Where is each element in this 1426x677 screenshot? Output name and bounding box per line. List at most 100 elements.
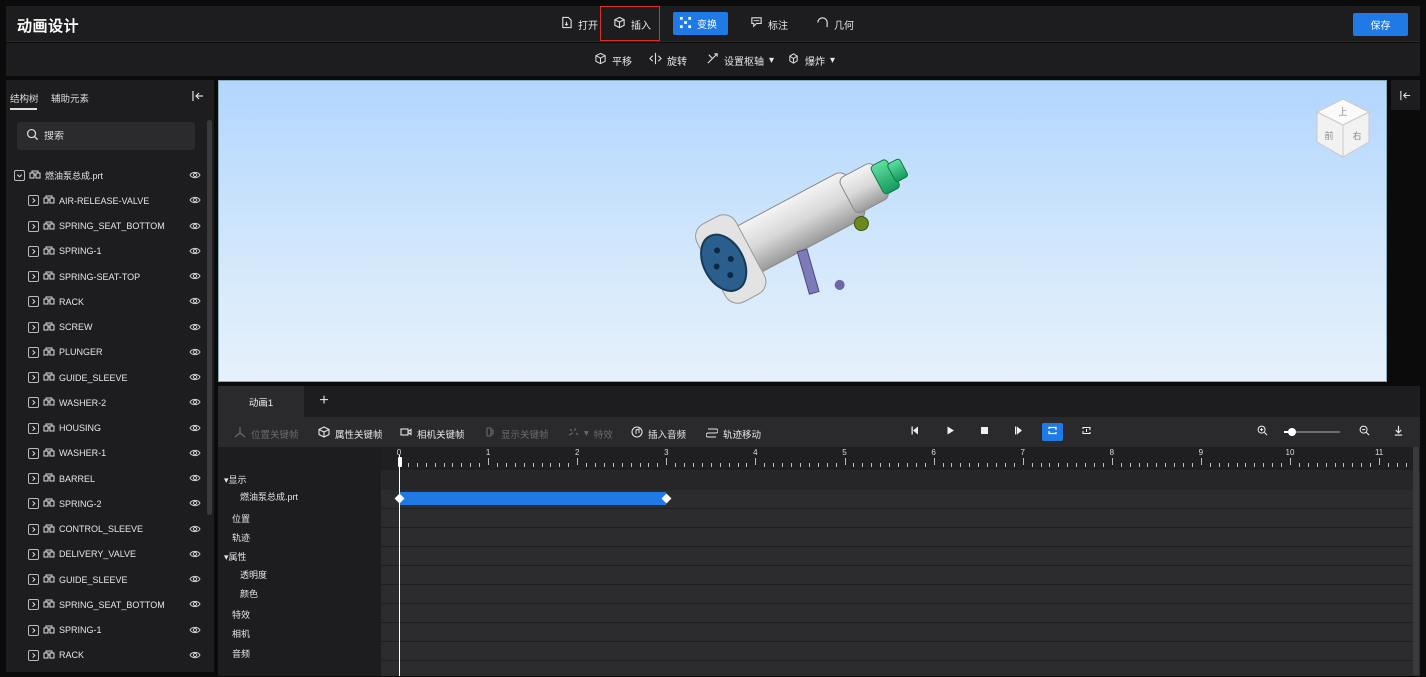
track-row[interactable]	[381, 623, 1420, 642]
visibility-eye-icon[interactable]	[189, 195, 201, 205]
tree-item[interactable]: WASHER-1	[6, 441, 206, 466]
transform-button[interactable]: 变换	[673, 12, 728, 35]
expand-toggle-icon[interactable]	[28, 599, 39, 611]
stop-button[interactable]	[976, 424, 992, 440]
property-keyframe-button[interactable]: 属性关键帧	[318, 426, 383, 441]
visibility-eye-icon[interactable]	[189, 271, 201, 281]
tree-item[interactable]: WASHER-2	[6, 390, 206, 415]
tree-item[interactable]: DELIVERY_VALVE	[6, 542, 206, 567]
search-box[interactable]	[17, 122, 195, 150]
tree-item[interactable]: PLUNGER	[6, 340, 206, 365]
pivot-dropdown[interactable]: 设置枢轴 ▾	[706, 52, 774, 68]
visibility-eye-icon[interactable]	[189, 347, 201, 357]
tree-item[interactable]: BARREL	[6, 466, 206, 491]
visibility-eye-icon[interactable]	[189, 498, 201, 508]
visibility-eye-icon[interactable]	[189, 574, 201, 584]
track-row[interactable]	[381, 604, 1420, 623]
zoom-slider[interactable]	[1284, 428, 1340, 436]
fuel-pump-model[interactable]	[219, 81, 1388, 383]
expand-toggle-icon[interactable]	[28, 245, 39, 257]
download-button[interactable]	[1390, 424, 1406, 440]
expand-toggle-icon[interactable]	[28, 498, 39, 510]
timeline-scrollbar[interactable]	[1413, 447, 1419, 675]
tree-item[interactable]: RACK	[6, 643, 206, 668]
playhead-handle[interactable]	[397, 457, 402, 467]
expand-toggle-icon[interactable]	[28, 523, 39, 535]
expand-toggle-icon[interactable]	[28, 649, 39, 661]
tree-item[interactable]: GUIDE_SLEEVE	[6, 567, 206, 592]
camera-keyframe-button[interactable]: 相机关键帧	[400, 426, 465, 441]
tree-item[interactable]: HOUSING	[6, 416, 206, 441]
tree-scrollbar[interactable]	[207, 120, 212, 515]
tree-item[interactable]: SPRING-1	[6, 239, 206, 264]
track-position[interactable]: 位置	[232, 512, 250, 525]
visibility-eye-icon[interactable]	[189, 296, 201, 306]
search-input[interactable]	[44, 130, 184, 142]
keyframe-bar[interactable]	[399, 492, 667, 505]
visibility-eye-icon[interactable]	[189, 221, 201, 231]
position-keyframe-button[interactable]: 位置关键帧	[234, 426, 299, 441]
expand-toggle-icon[interactable]	[28, 346, 39, 358]
track-color[interactable]: 颜色	[240, 587, 258, 600]
tree-item[interactable]: SPRING-1	[6, 618, 206, 643]
add-animation-button[interactable]: +	[316, 392, 332, 410]
tab-structure-tree[interactable]: 结构树	[10, 91, 39, 110]
track-group-property[interactable]: ▾属性	[224, 550, 247, 563]
collapse-toggle-icon[interactable]	[14, 170, 25, 181]
expand-toggle-icon[interactable]	[28, 548, 39, 560]
track-row[interactable]	[381, 661, 1420, 676]
track-group-display[interactable]: ▾显示	[224, 473, 247, 486]
visibility-eye-icon[interactable]	[189, 322, 201, 332]
rotate-button[interactable]: 旋转	[649, 52, 687, 68]
track-display-item[interactable]: 燃油泵总成.prt	[240, 490, 298, 503]
tree-item[interactable]: SPRING-2	[6, 491, 206, 516]
zoom-out-button[interactable]	[1356, 424, 1372, 440]
tree-item[interactable]: SPRING-SEAT-TOP	[6, 264, 206, 289]
track-camera[interactable]: 相机	[232, 627, 250, 640]
save-button[interactable]: 保存	[1353, 13, 1408, 36]
annotate-button[interactable]: 标注	[744, 13, 794, 35]
visibility-eye-icon[interactable]	[189, 372, 201, 382]
expand-toggle-icon[interactable]	[28, 473, 39, 484]
zoom-in-button[interactable]	[1254, 424, 1270, 440]
time-ruler[interactable]: 0 1 2 3 4 5 6 7 8 9 10 11	[381, 447, 1420, 470]
playhead-line[interactable]	[399, 455, 400, 676]
path-move-button[interactable]: 轨迹移动	[705, 426, 761, 441]
visibility-eye-icon[interactable]	[189, 625, 201, 635]
expand-toggle-icon[interactable]	[28, 220, 39, 232]
track-row[interactable]	[381, 642, 1420, 661]
visibility-eye-icon[interactable]	[189, 473, 201, 483]
expand-toggle-icon[interactable]	[28, 296, 39, 308]
expand-toggle-icon[interactable]	[28, 574, 39, 585]
track-opacity[interactable]: 透明度	[240, 568, 267, 581]
track-row[interactable]	[381, 547, 1420, 566]
expand-toggle-icon[interactable]	[28, 447, 39, 459]
tree-item[interactable]: AIR-RELEASE-VALVE	[6, 188, 206, 213]
visibility-eye-icon[interactable]	[189, 448, 201, 458]
cube-face-top[interactable]: 上	[1338, 107, 1347, 118]
cube-face-front[interactable]: 前	[1324, 130, 1333, 142]
explode-dropdown[interactable]: 爆炸 ▾	[787, 52, 835, 68]
visibility-eye-icon[interactable]	[189, 397, 201, 407]
track-row[interactable]	[381, 509, 1420, 528]
visibility-eye-icon[interactable]	[189, 549, 201, 559]
tab-animation-1[interactable]: 动画1	[218, 386, 304, 417]
tab-aux-elements[interactable]: 辅助元素	[51, 91, 89, 105]
track-row[interactable]	[381, 528, 1420, 547]
cube-face-right[interactable]: 右	[1352, 130, 1361, 142]
track-row[interactable]	[381, 566, 1420, 585]
step-forward-button[interactable]	[1010, 424, 1026, 440]
play-once-toggle[interactable]	[1078, 424, 1094, 440]
tree-root-item[interactable]: 燃油泵总成.prt	[6, 163, 206, 188]
collapse-right-panel-icon[interactable]	[1391, 80, 1420, 110]
display-keyframe-button[interactable]: 显示关键帧	[484, 426, 549, 441]
insert-button[interactable]: 插入	[607, 13, 657, 35]
step-back-button[interactable]	[907, 424, 923, 440]
tree-item[interactable]: SPRING_SEAT_BOTTOM	[6, 592, 206, 617]
expand-toggle-icon[interactable]	[28, 372, 39, 383]
track-row[interactable]	[381, 585, 1420, 604]
view-cube[interactable]: 上 前 右	[1313, 95, 1373, 161]
expand-toggle-icon[interactable]	[28, 195, 39, 207]
track-effects[interactable]: 特效	[232, 608, 250, 621]
visibility-eye-icon[interactable]	[189, 599, 201, 609]
